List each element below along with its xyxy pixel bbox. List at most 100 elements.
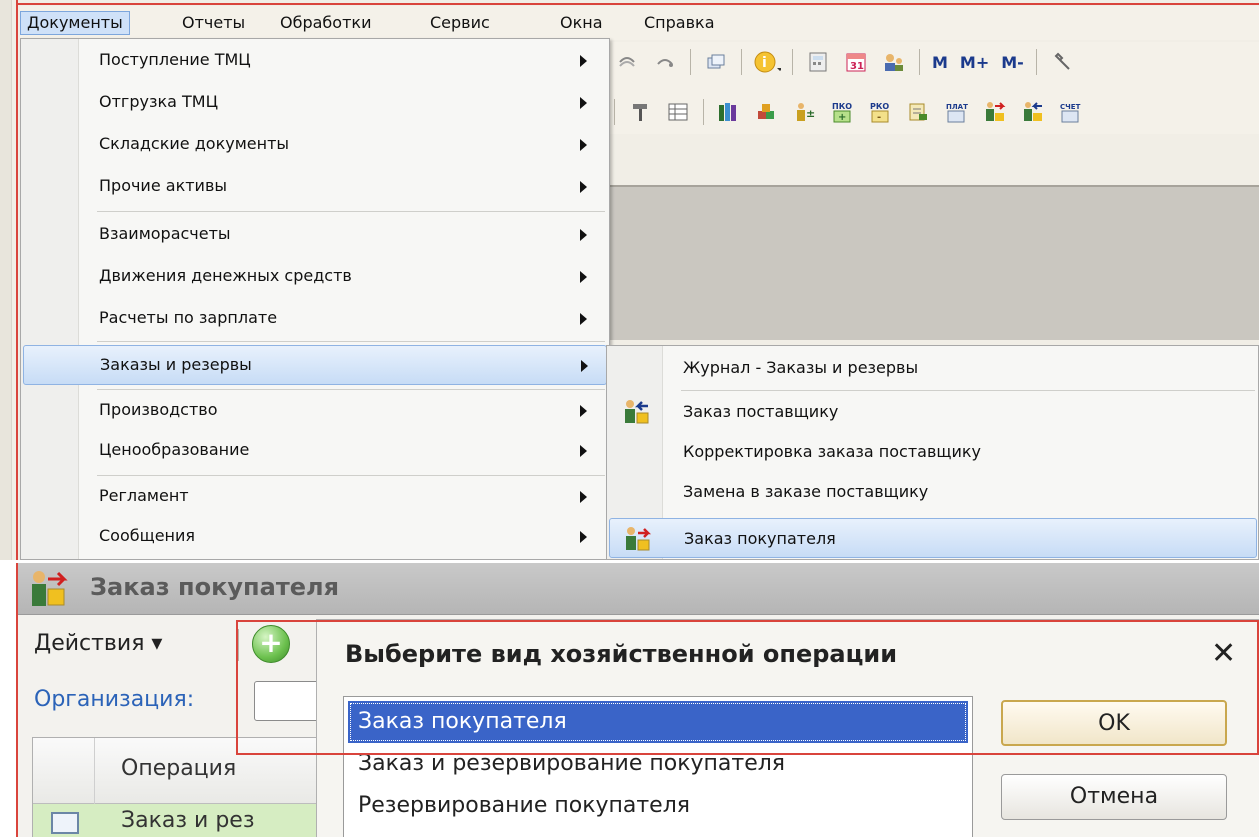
menu-item-receipt-goods[interactable]: Поступление ТМЦ	[23, 41, 607, 81]
menu-help[interactable]: Справка	[638, 11, 721, 35]
list-item-order-and-reserve[interactable]: Заказ и резервирование покупателя	[348, 743, 968, 785]
list-item-customer-reservation[interactable]: Резервирование покупателя	[348, 785, 968, 827]
pko-icon[interactable]: ПКО +	[829, 100, 857, 124]
menu-item-label: Производство	[99, 400, 218, 419]
toolbar-separator	[1035, 49, 1037, 75]
red-highlight-left	[16, 0, 18, 560]
list-icon[interactable]	[664, 100, 692, 124]
windows-icon[interactable]	[702, 50, 730, 74]
boxes-icon[interactable]	[753, 100, 781, 124]
grid-header-operation[interactable]: Операция	[121, 756, 236, 781]
toolbar-separator	[792, 49, 793, 75]
menu-item-settlements[interactable]: Взаиморасчеты	[23, 215, 607, 255]
submenu-item-supplier-order-replacement[interactable]: Замена в заказе поставщику	[609, 472, 1257, 512]
submenu-arrow-icon	[580, 445, 587, 457]
svg-text:РКО: РКО	[870, 102, 889, 111]
grid-header-icon-cell	[33, 738, 95, 804]
svg-text:+: +	[838, 112, 846, 123]
menu-service[interactable]: Сервис	[424, 11, 496, 35]
books-icon[interactable]	[715, 100, 743, 124]
menu-item-warehouse-docs[interactable]: Складские документы	[23, 125, 607, 165]
users-icon[interactable]	[880, 50, 908, 74]
memory-button-m-plus[interactable]: M+	[960, 53, 989, 72]
submenu-item-supplier-order-correction[interactable]: Корректировка заказа поставщику	[609, 432, 1257, 472]
menu-item-messages[interactable]: Сообщения	[23, 517, 607, 557]
toolbar-separator	[741, 49, 742, 75]
menu-item-cash-flow[interactable]: Движения денежных средств	[23, 257, 607, 297]
submenu-arrow-icon	[580, 313, 587, 325]
menu-documents[interactable]: Документы	[20, 11, 130, 35]
menu-item-label: Прочие активы	[99, 176, 228, 195]
submenu-arrow-icon	[580, 405, 587, 417]
list-item-customer-order[interactable]: Заказ покупателя	[348, 701, 968, 743]
forward-icon[interactable]	[651, 50, 679, 74]
menu-item-label: Взаиморасчеты	[99, 224, 231, 243]
toolbar-separator	[238, 629, 239, 661]
back-icon[interactable]	[613, 50, 641, 74]
operation-type-list: Заказ покупателя Заказ и резервирование …	[343, 696, 973, 837]
tools-icon[interactable]	[1048, 50, 1076, 74]
left-frame	[0, 0, 12, 560]
payment-icon[interactable]: ПЛАТ	[943, 100, 971, 124]
ledger-icon[interactable]	[905, 100, 933, 124]
table-row[interactable]: Заказ и рез	[33, 804, 333, 837]
toolbar-separator	[703, 99, 704, 125]
menu-item-label: Сообщения	[99, 526, 196, 545]
memory-button-m-minus[interactable]: M-	[1001, 53, 1024, 72]
documents-menu: Поступление ТМЦ Отгрузка ТМЦ Складские д…	[20, 38, 610, 560]
menu-item-payroll[interactable]: Расчеты по зарплате	[23, 299, 607, 339]
menu-separator	[97, 211, 605, 212]
menu-item-orders-reserves[interactable]: Заказы и резервы	[23, 345, 607, 385]
info-icon[interactable]: i	[753, 50, 781, 74]
bottom-screenshot: Заказ покупателя Действия ▾ + Организаци…	[16, 563, 1259, 837]
operation-type-dialog: Выберите вид хозяйственной операции ✕ За…	[316, 619, 1259, 837]
menu-item-label: Ценообразование	[99, 440, 250, 459]
calculator-icon[interactable]	[804, 50, 832, 74]
submenu-item-customer-order[interactable]: Заказ покупателя	[609, 518, 1257, 558]
submenu-arrow-icon	[580, 491, 587, 503]
add-icon[interactable]: +	[252, 625, 290, 663]
menu-item-shipment-goods[interactable]: Отгрузка ТМЦ	[23, 83, 607, 123]
person-plus-icon[interactable]: ±	[791, 100, 819, 124]
submenu-arrow-icon	[580, 181, 587, 193]
memory-button-m[interactable]: M	[932, 53, 948, 72]
pin-icon[interactable]	[626, 100, 654, 124]
calendar-icon[interactable]: 31	[842, 50, 870, 74]
menu-item-regulations[interactable]: Регламент	[23, 477, 607, 517]
toolbar-separator	[690, 49, 691, 75]
cancel-button[interactable]: Отмена	[1001, 774, 1227, 820]
menu-item-pricing[interactable]: Ценообразование	[23, 431, 607, 471]
order-supplier-icon[interactable]	[1019, 100, 1047, 124]
svg-text:i: i	[762, 55, 767, 71]
submenu-item-orders-journal[interactable]: Журнал - Заказы и резервы	[609, 348, 1257, 388]
menu-processing[interactable]: Обработки	[274, 11, 377, 35]
menu-separator	[681, 390, 1255, 391]
grid-header: Операция	[33, 738, 333, 804]
close-icon[interactable]: ✕	[1211, 636, 1236, 671]
submenu-arrow-icon	[580, 97, 587, 109]
menu-item-label: Складские документы	[99, 134, 290, 153]
menu-item-label: Отгрузка ТМЦ	[99, 92, 219, 111]
invoice-icon[interactable]: СЧЕТ	[1057, 100, 1085, 124]
submenu-item-supplier-order[interactable]: Заказ поставщику	[609, 392, 1257, 432]
menu-item-label: Расчеты по зарплате	[99, 308, 278, 327]
submenu-arrow-icon	[580, 229, 587, 241]
top-screenshot: Документы Отчеты Обработки Сервис Окна С…	[0, 0, 1259, 560]
submenu-arrow-icon	[581, 360, 588, 372]
order-supplier-icon	[621, 398, 651, 426]
menu-item-other-assets[interactable]: Прочие активы	[23, 167, 607, 207]
actions-menu-button[interactable]: Действия ▾	[34, 631, 162, 656]
submenu-arrow-icon	[580, 271, 587, 283]
rko-icon[interactable]: РКО -	[867, 100, 895, 124]
menu-windows[interactable]: Окна	[554, 11, 609, 35]
order-customer-icon[interactable]	[981, 100, 1009, 124]
orders-submenu: Журнал - Заказы и резервы Заказ поставщи…	[606, 345, 1259, 560]
window-title: Заказ покупателя	[90, 573, 339, 601]
menu-bar: Документы Отчеты Обработки Сервис Окна С…	[20, 6, 1259, 40]
menu-reports[interactable]: Отчеты	[176, 11, 251, 35]
menu-item-label: Журнал - Заказы и резервы	[683, 358, 919, 377]
menu-item-label: Заказ поставщику	[683, 402, 839, 421]
ok-button[interactable]: OK	[1001, 700, 1227, 746]
red-highlight-top	[16, 3, 1259, 5]
menu-item-production[interactable]: Производство	[23, 391, 607, 431]
